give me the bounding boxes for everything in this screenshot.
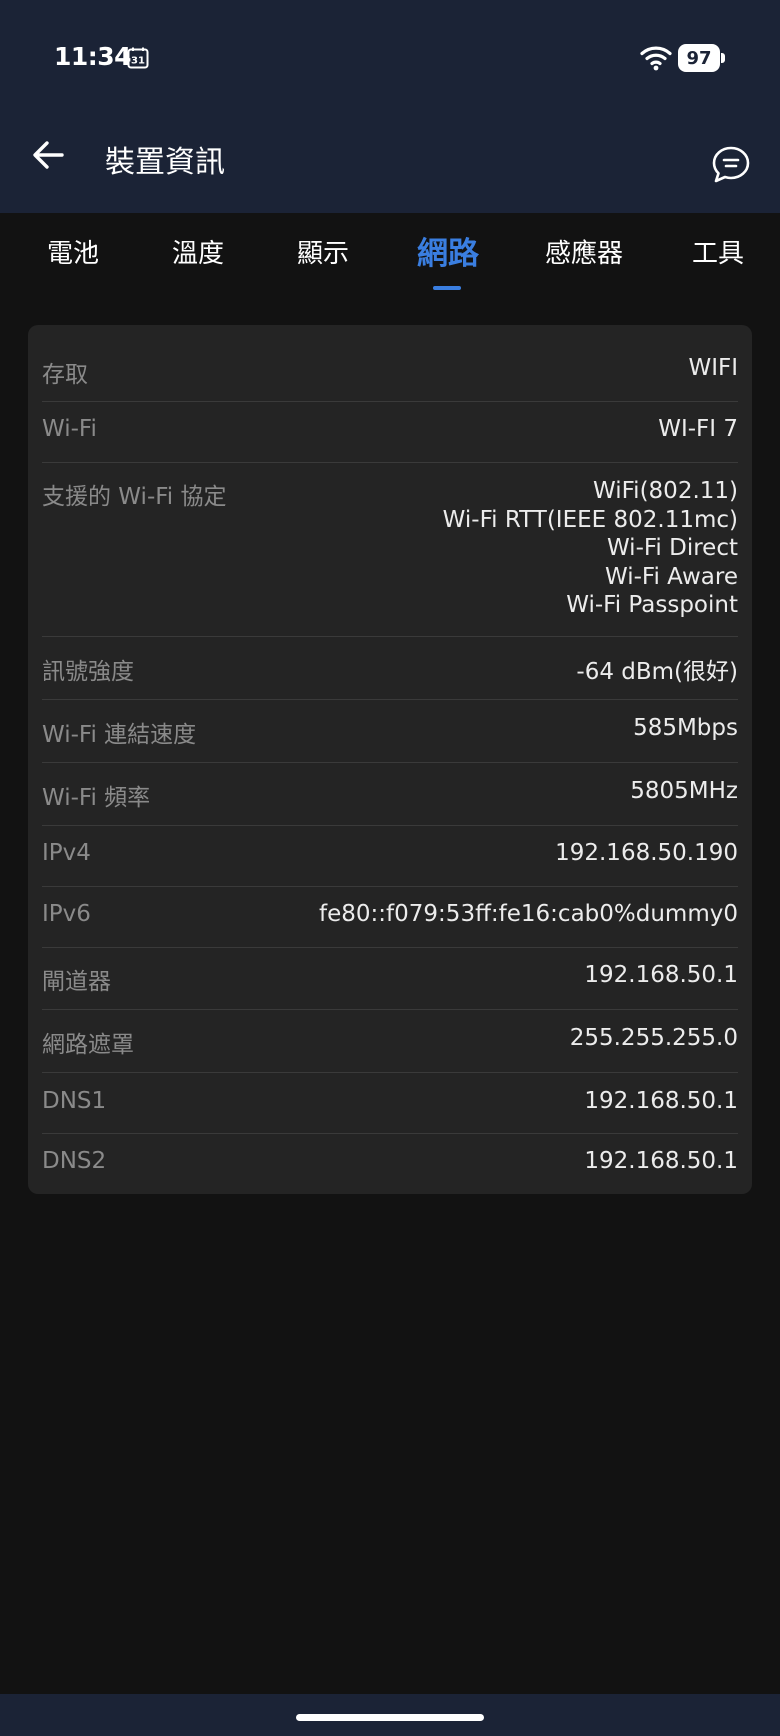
row-value: fe80::f079:53ff:fe16:cab0%dummy0 [319,901,738,927]
row-label: 閘道器 [42,969,111,995]
status-bar: 11:34 31 97 [0,0,780,116]
row-label: 支援的 Wi-Fi 協定 [42,484,227,510]
row-divider [42,1133,738,1134]
row-label: DNS2 [42,1148,107,1174]
row-value-list: WiFi(802.11) Wi-Fi RTT(IEEE 802.11mc) Wi… [443,477,738,620]
page-title: 裝置資訊 [105,145,225,180]
row-divider [42,462,738,463]
calendar-day: 31 [131,56,145,67]
row-divider [42,762,738,763]
tab-bar: 電池 溫度 顯示 網路 感應器 工具 [0,213,780,303]
row-label: IPv6 [42,901,91,927]
tab-temperature[interactable]: 溫度 [172,241,224,267]
row-value-line: Wi-Fi Passpoint [566,592,738,618]
tab-sensors[interactable]: 感應器 [545,241,623,267]
header: 11:34 31 97 裝置資訊 [0,0,780,213]
row-label: Wi-Fi 連結速度 [42,722,197,748]
row-value: 192.168.50.1 [584,962,738,988]
system-nav-bar [0,1694,780,1736]
row-value: WI-FI 7 [658,416,738,442]
row-label: DNS1 [42,1088,107,1114]
row-label: Wi-Fi [42,416,97,442]
row-value: 585Mbps [633,715,738,741]
row-value-line: Wi-Fi RTT(IEEE 802.11mc) [442,506,738,533]
row-value: WIFI [688,355,738,381]
row-value-line: Wi-Fi Direct [606,535,738,561]
battery-percent: 97 [686,47,712,69]
battery-cap [721,53,725,63]
row-label: 存取 [42,362,88,388]
app-bar: 裝置資訊 [0,116,780,213]
row-divider [42,825,738,826]
row-label: Wi-Fi 頻率 [42,785,151,811]
row-label: IPv4 [42,840,91,866]
status-time: 11:34 [54,42,132,71]
row-divider [42,886,738,887]
row-value: -64 dBm(很好) [576,659,738,685]
network-info-card: 存取 WIFI Wi-Fi WI-FI 7 支援的 Wi-Fi 協定 WiFi(… [28,325,752,1194]
row-label: 網路遮罩 [42,1032,134,1058]
tab-network[interactable]: 網路 [417,239,479,270]
feedback-chat-icon[interactable] [710,144,752,186]
row-divider [42,1072,738,1073]
row-divider [42,699,738,700]
wifi-icon [640,46,672,71]
row-label: 訊號強度 [42,659,134,685]
battery-indicator: 97 [678,44,726,72]
row-value: 192.168.50.190 [555,840,738,866]
row-divider [42,947,738,948]
back-arrow-icon[interactable] [28,134,70,176]
tab-battery[interactable]: 電池 [47,241,99,267]
row-value: 255.255.255.0 [569,1025,738,1051]
home-indicator[interactable] [296,1714,484,1721]
tab-display[interactable]: 顯示 [297,241,349,267]
row-value: 5805MHz [630,778,738,804]
battery-body: 97 [678,44,720,72]
active-tab-indicator [433,286,461,290]
tab-tools[interactable]: 工具 [692,241,744,267]
row-divider [42,401,738,402]
row-value: 192.168.50.1 [584,1148,738,1174]
row-value-line: WiFi(802.11) [593,478,738,504]
row-divider [42,636,738,637]
row-value-line: Wi-Fi Aware [605,563,738,590]
row-value: 192.168.50.1 [584,1088,738,1114]
row-divider [42,1009,738,1010]
calendar-icon: 31 [127,47,149,69]
